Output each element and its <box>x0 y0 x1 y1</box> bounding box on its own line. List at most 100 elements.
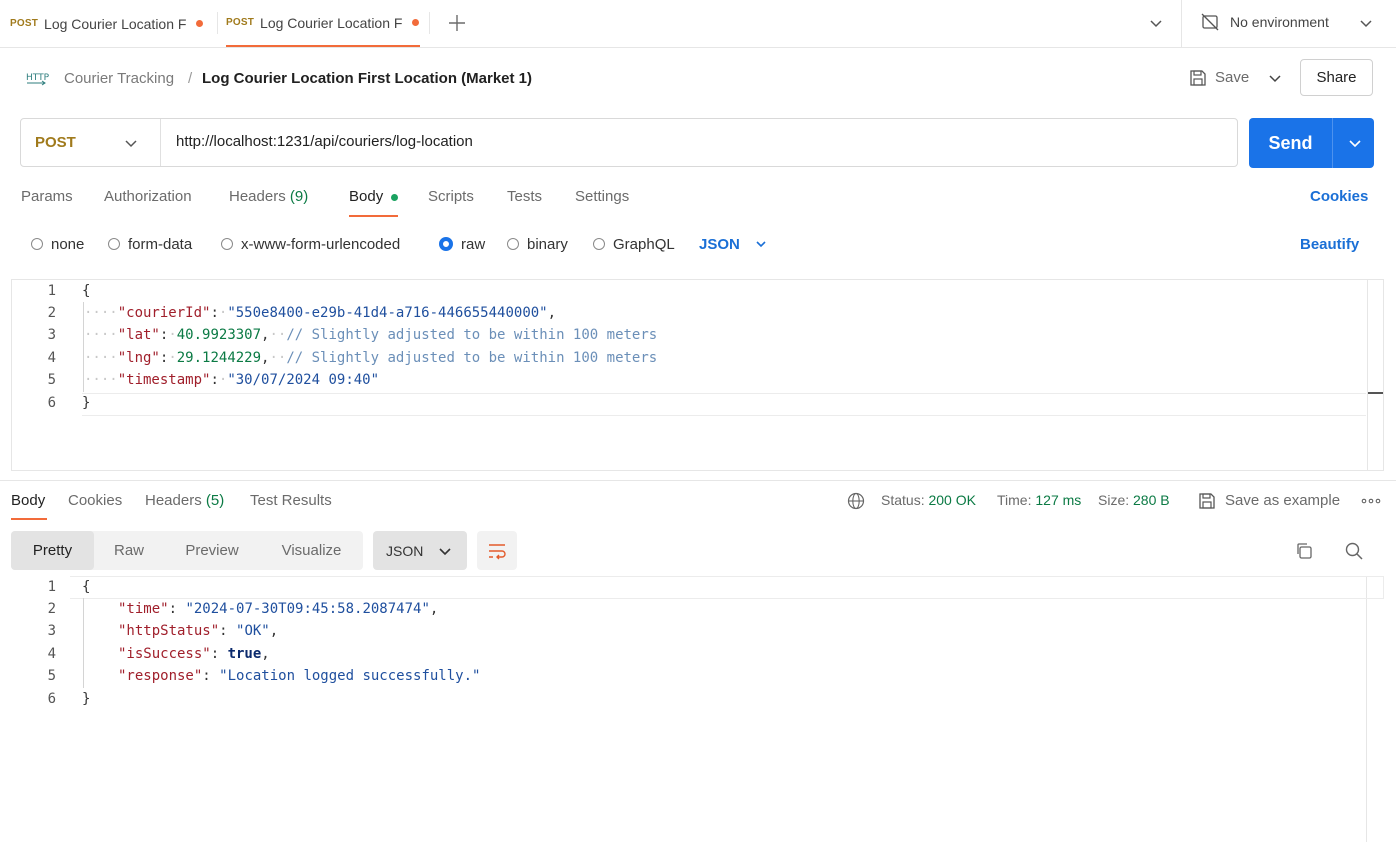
tab-scripts[interactable]: Scripts <box>428 188 474 205</box>
send-options-chevron-icon[interactable] <box>1346 134 1364 152</box>
tab-title: Log Courier Location F <box>260 14 403 31</box>
tabs-dropdown-chevron-icon[interactable] <box>1147 14 1165 32</box>
response-tab-cookies[interactable]: Cookies <box>68 492 122 509</box>
svg-text:HTTP: HTTP <box>26 73 49 83</box>
code-line: ····"lng":·29.1244229,··// Slightly adju… <box>84 350 658 366</box>
response-tab-headers[interactable]: Headers (5) <box>145 492 224 509</box>
response-active-tab-underline <box>11 518 47 520</box>
code-line: ····"courierId":·"550e8400-e29b-41d4-a71… <box>84 305 557 321</box>
save-icon[interactable] <box>1188 68 1208 88</box>
tab-settings[interactable]: Settings <box>575 188 629 205</box>
view-raw[interactable]: Raw <box>94 531 164 570</box>
method-label: POST <box>35 134 76 151</box>
response-headers-label: Headers <box>145 492 202 509</box>
section-divider <box>0 480 1396 481</box>
status-badge: 200 OK <box>928 492 976 508</box>
radio-binary-label: binary <box>527 235 568 253</box>
json-comment: // Slightly adjusted to be within 100 me… <box>286 327 658 343</box>
response-headers-count: (5) <box>205 492 225 509</box>
tab-divider <box>217 12 218 34</box>
send-button[interactable]: Send <box>1249 118 1332 168</box>
radio-urlencoded[interactable]: x-www-form-urlencoded <box>221 234 400 254</box>
json-string: "2024-07-30T09:45:58.2087474" <box>185 601 430 617</box>
code-line: { <box>82 280 90 302</box>
response-tab-body[interactable]: Body <box>11 492 45 509</box>
tab-body[interactable]: Body <box>349 188 399 205</box>
line-number: 3 <box>47 623 56 639</box>
code-line: ····"timestamp":·"30/07/2024 09:40" <box>84 372 380 388</box>
environment-chevron-icon[interactable] <box>1357 14 1375 32</box>
save-example-icon[interactable] <box>1197 491 1217 511</box>
line-number: 5 <box>47 372 56 388</box>
breadcrumb-collection[interactable]: Courier Tracking <box>64 70 174 87</box>
json-string: "30/07/2024 09:40" <box>227 372 380 388</box>
body-format-select[interactable]: JSON <box>699 234 768 254</box>
method-select[interactable]: POST <box>21 119 161 166</box>
radio-graphql[interactable]: GraphQL <box>593 234 675 254</box>
code-line: "isSuccess": true, <box>118 646 270 662</box>
wrap-lines-icon <box>487 541 507 561</box>
line-number: 5 <box>47 668 56 684</box>
line-number: 1 <box>47 283 56 299</box>
tab-tests[interactable]: Tests <box>507 188 542 205</box>
format-chevron-icon <box>754 237 768 251</box>
radio-form-data[interactable]: form-data <box>108 234 192 254</box>
view-pretty[interactable]: Pretty <box>11 531 94 570</box>
json-key: "response" <box>118 668 203 684</box>
response-size: Size: 280 B <box>1098 492 1170 508</box>
request-tab[interactable]: POST Log Courier Location F <box>10 0 204 47</box>
radio-urlencoded-label: x-www-form-urlencoded <box>241 235 401 253</box>
code-line: "time": "2024-07-30T09:45:58.2087474", <box>118 601 439 617</box>
search-icon[interactable] <box>1344 541 1364 561</box>
json-key: "timestamp" <box>117 372 211 388</box>
beautify-button[interactable]: Beautify <box>1300 234 1359 254</box>
request-body-code: 1 2 3 4 5 6 { ····"courierId":·"550e8400… <box>0 280 1360 470</box>
share-button[interactable]: Share <box>1300 59 1373 96</box>
copy-icon[interactable] <box>1294 541 1314 561</box>
breadcrumb-separator: / <box>188 70 193 87</box>
line-number: 6 <box>47 691 56 707</box>
save-as-example-button[interactable]: Save as example <box>1225 492 1340 509</box>
new-tab-plus-icon[interactable] <box>446 12 468 34</box>
size-label: Size: <box>1098 492 1130 508</box>
body-format-label: JSON <box>699 235 740 253</box>
environment-divider <box>1181 0 1182 47</box>
radio-binary[interactable]: binary <box>507 234 568 254</box>
save-button[interactable]: Save <box>1215 69 1249 86</box>
tab-bar: POST Log Courier Location F POST Log Cou… <box>0 0 1396 48</box>
code-line: "response": "Location logged successfull… <box>118 668 481 684</box>
environment-label[interactable]: No environment <box>1230 14 1329 30</box>
line-number: 6 <box>47 395 56 411</box>
response-tab-test-results[interactable]: Test Results <box>250 492 332 509</box>
size-value: 280 B <box>1133 492 1170 508</box>
more-options-icon[interactable] <box>1361 493 1381 509</box>
tab-authorization[interactable]: Authorization <box>104 188 192 205</box>
url-input[interactable]: http://localhost:1231/api/couriers/log-l… <box>176 133 473 150</box>
view-visualize[interactable]: Visualize <box>260 531 363 570</box>
tab-divider <box>429 12 430 34</box>
tab-headers-label: Headers <box>229 188 286 205</box>
response-format-select[interactable]: JSON <box>373 531 467 570</box>
globe-icon[interactable] <box>846 491 866 511</box>
tab-body-label: Body <box>349 188 384 205</box>
tab-params[interactable]: Params <box>21 188 73 205</box>
radio-raw[interactable]: raw <box>439 234 485 254</box>
response-format-label: JSON <box>386 542 424 559</box>
close-brace: } <box>82 395 91 411</box>
tab-method: POST <box>10 18 39 29</box>
code-line: } <box>82 392 90 414</box>
cookies-link[interactable]: Cookies <box>1310 188 1368 205</box>
indent-guide <box>83 598 84 688</box>
line-number: 2 <box>47 601 56 617</box>
body-active-dot-icon <box>391 193 399 201</box>
wrap-lines-button[interactable] <box>477 531 517 570</box>
scrollbar-thumb[interactable] <box>1368 392 1383 394</box>
tab-headers[interactable]: Headers (9) <box>229 188 308 205</box>
view-preview[interactable]: Preview <box>164 531 260 570</box>
save-options-chevron-icon[interactable] <box>1266 69 1284 87</box>
radio-graphql-icon <box>593 238 605 250</box>
page-title[interactable]: Log Courier Location First Location (Mar… <box>202 70 532 87</box>
radio-form-data-label: form-data <box>128 235 193 253</box>
request-tab-active[interactable]: POST Log Courier Location F <box>226 0 420 47</box>
radio-none[interactable]: none <box>31 234 84 254</box>
